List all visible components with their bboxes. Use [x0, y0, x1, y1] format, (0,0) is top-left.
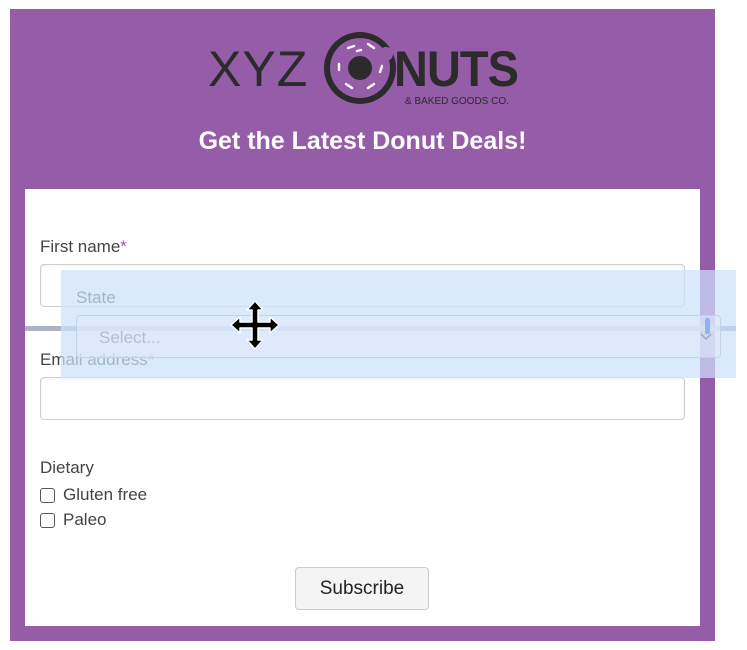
checkbox-icon[interactable] [40, 512, 55, 528]
dietary-label: Dietary [40, 458, 94, 477]
logo-prefix-text: XYZ [208, 41, 308, 97]
logo-brand-text: NUTS [394, 41, 518, 97]
logo-tagline-text: & BAKED GOODS CO. [405, 96, 509, 107]
required-mark: * [120, 237, 127, 256]
gluten-free-option[interactable]: Gluten free [40, 485, 147, 505]
email-input[interactable] [40, 377, 685, 420]
donut-logo-icon: XYZ NUTS & BAKED GOODS CO. [208, 32, 519, 107]
state-select-placeholder: Select... [99, 328, 161, 347]
checkbox-icon[interactable] [40, 487, 55, 503]
first-name-label-text: First name [40, 237, 121, 256]
gluten-free-label: Gluten free [63, 485, 148, 504]
state-select[interactable]: Select... [76, 315, 721, 358]
page-headline: Get the Latest Donut Deals! [198, 127, 527, 155]
dragged-state-field[interactable]: State Select... [61, 270, 736, 378]
state-label: State [76, 288, 116, 307]
move-cursor-icon [230, 300, 280, 350]
paleo-option[interactable]: Paleo [40, 510, 106, 530]
brand-logo: XYZ NUTS & BAKED GOODS CO. [208, 28, 528, 108]
scroll-handle[interactable] [705, 318, 710, 334]
subscribe-button[interactable]: Subscribe [295, 567, 429, 610]
paleo-label: Paleo [63, 510, 107, 529]
first-name-label: First name* [40, 237, 127, 257]
